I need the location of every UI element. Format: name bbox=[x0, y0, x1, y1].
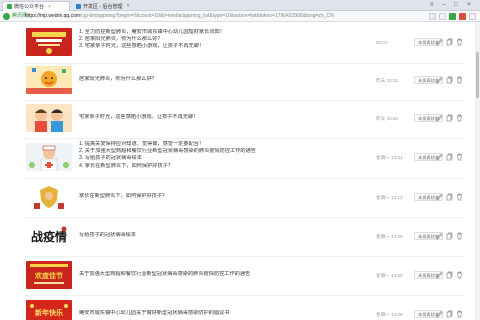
delete-icon[interactable] bbox=[456, 38, 463, 46]
article-time: 星期一 14:13 bbox=[376, 195, 403, 200]
url-host: https://mp.weixin.qq.com bbox=[25, 13, 81, 19]
wechat-icon bbox=[7, 4, 12, 9]
article-time: 星期一 14:06 bbox=[376, 234, 403, 239]
tab-wechat-platform[interactable]: 微信公众平台 × bbox=[2, 1, 70, 11]
close-window-icon[interactable]: × bbox=[467, 1, 471, 10]
article-title[interactable]: 1. 提高关爱保持应对知道、觉得做，感觉一定要配合！ bbox=[79, 141, 369, 148]
article-thumbnail[interactable] bbox=[26, 104, 72, 132]
list-item[interactable]: 居家阳光肺炎，你为什么那么好？ 昨天 23:32 未发表状态 bbox=[24, 62, 464, 101]
article-thumbnail[interactable] bbox=[26, 66, 72, 94]
browser-tab-bar: 微信公众平台 × 开发区 - 后台管理 × ≡ – □ × bbox=[0, 0, 480, 11]
address-bar[interactable]: 腾讯网 https://mp.weixin.qq.com/cgi-bin/app… bbox=[0, 11, 480, 22]
copy-icon[interactable] bbox=[446, 271, 453, 279]
delete-icon[interactable] bbox=[456, 114, 463, 122]
article-title[interactable]: 宅家亲子时光，这些感晒小游戏，让孩子不再无聊！ bbox=[79, 114, 369, 121]
close-icon[interactable]: × bbox=[126, 3, 129, 9]
article-thumbnail[interactable] bbox=[26, 28, 72, 56]
scrollbar-thumb[interactable] bbox=[476, 52, 479, 98]
article-time: 星期一 14:08 bbox=[376, 312, 403, 317]
article-thumbnail[interactable]: 战疫情 bbox=[26, 222, 72, 250]
url-path: /cgi-bin/appmsg?begin=0&count=10&t=media… bbox=[80, 13, 334, 19]
article-time: 星期一 13:51 bbox=[376, 155, 403, 160]
edit-icon[interactable] bbox=[436, 193, 443, 201]
edit-icon[interactable] bbox=[436, 232, 443, 240]
scrollbar[interactable] bbox=[475, 22, 480, 320]
menu-icon[interactable]: ≡ bbox=[430, 1, 434, 10]
calligraphy-text: 战疫情 bbox=[31, 229, 67, 244]
list-item[interactable]: 欢度佳节 关于加强大型商超和餐饮行业新型冠状病毒感染的肺炎疫情防控工作的通告 星… bbox=[24, 257, 464, 296]
article-title[interactable]: 2. 关于加强大型商超和餐饮行业新型冠状病毒感染的肺炎疫情防控工作的通告 bbox=[79, 148, 369, 155]
address-bar-icons bbox=[429, 13, 476, 20]
article-title[interactable]: 写给孩子的冠状病毒绘本 bbox=[79, 232, 369, 239]
secure-lock-icon bbox=[3, 13, 10, 20]
tab-label: 微信公众平台 bbox=[14, 4, 45, 10]
extension-icon[interactable] bbox=[449, 13, 456, 20]
url-field[interactable]: https://mp.weixin.qq.com/cgi-bin/appmsg?… bbox=[25, 12, 345, 21]
bookmark-icon[interactable] bbox=[429, 13, 436, 20]
list-item[interactable]: 新年快乐 庵安市城东镇中心幼儿园关于做好新型冠状病毒感染防护的倡议书 星期一 1… bbox=[24, 296, 464, 320]
calligraphy-image: 战疫情 bbox=[26, 222, 72, 250]
festive-red-image: 欢度佳节 bbox=[26, 261, 72, 289]
copy-icon[interactable] bbox=[446, 193, 453, 201]
edit-icon[interactable] bbox=[436, 114, 443, 122]
edit-icon[interactable] bbox=[436, 310, 443, 318]
edit-icon[interactable] bbox=[436, 76, 443, 84]
tab-admin[interactable]: 开发区 - 后台管理 × bbox=[72, 1, 150, 11]
article-list: 1. 全力防控新型肺炎，庵安市城东镇中心幼儿园理财家长须知！ 2. 居家阳光肺炎… bbox=[0, 22, 480, 320]
delete-icon[interactable] bbox=[456, 76, 463, 84]
article-thumbnail[interactable] bbox=[26, 143, 72, 171]
extension-red-icon[interactable] bbox=[459, 13, 466, 20]
copy-icon[interactable] bbox=[446, 153, 453, 161]
article-time: 昨天 23:32 bbox=[376, 78, 398, 83]
cartoon-sun-image bbox=[26, 66, 72, 94]
newyear-text: 新年快乐 bbox=[35, 308, 63, 317]
article-title[interactable]: 4. 家长在新型肺炎下，如何保护好孩子？ bbox=[79, 163, 369, 170]
delete-icon[interactable] bbox=[456, 153, 463, 161]
article-time: 星期一 14:00 bbox=[376, 273, 403, 278]
article-title[interactable]: 3. 宅家亲子时光，这些感晒小游戏，让孩子不再无聊！ bbox=[79, 43, 369, 50]
reader-icon[interactable] bbox=[439, 13, 446, 20]
newyear-red-image: 新年快乐 bbox=[26, 300, 72, 320]
settings-icon[interactable] bbox=[469, 13, 476, 20]
article-title[interactable]: 庵安市城东镇中心幼儿园关于做好新型冠状病毒感染防护的倡议书 bbox=[79, 310, 369, 317]
list-item[interactable]: 战疫情 写给孩子的冠状病毒绘本 星期一 14:06 未发表状态 bbox=[24, 218, 464, 257]
article-thumbnail[interactable]: 欢度佳节 bbox=[26, 261, 72, 289]
list-item[interactable]: 家长在新型肺炎下，如何保护好孩子？ 星期一 14:13 未发表状态 bbox=[24, 179, 464, 218]
article-title[interactable]: 居家阳光肺炎，你为什么那么好？ bbox=[79, 76, 369, 83]
article-thumbnail[interactable] bbox=[26, 183, 72, 211]
list-item[interactable]: 宅家亲子时光，这些感晒小游戏，让孩子不再无聊！ 昨天 23:26 未发表状态 bbox=[24, 100, 464, 139]
cartoon-shield-image bbox=[26, 183, 72, 211]
festive-text: 欢度佳节 bbox=[34, 271, 63, 280]
minimize-icon[interactable]: – bbox=[442, 1, 445, 10]
delete-icon[interactable] bbox=[456, 193, 463, 201]
close-icon[interactable]: × bbox=[48, 4, 51, 10]
delete-icon[interactable] bbox=[456, 310, 463, 318]
poster-red-image bbox=[26, 28, 72, 56]
copy-icon[interactable] bbox=[446, 310, 453, 318]
edit-icon[interactable] bbox=[436, 38, 443, 46]
article-title[interactable]: 家长在新型肺炎下，如何保护好孩子？ bbox=[79, 193, 369, 200]
list-item[interactable]: 1. 提高关爱保持应对知道、觉得做，感觉一定要配合！ 2. 关于加强大型商超和餐… bbox=[24, 139, 464, 179]
maximize-icon[interactable]: □ bbox=[454, 1, 458, 10]
article-title[interactable]: 1. 全力防控新型肺炎，庵安市城东镇中心幼儿园理财家长须知！ bbox=[79, 29, 369, 36]
copy-icon[interactable] bbox=[446, 76, 453, 84]
article-thumbnail[interactable]: 新年快乐 bbox=[26, 300, 72, 320]
tab-label: 开发区 - 后台管理 bbox=[83, 3, 123, 10]
copy-icon[interactable] bbox=[446, 232, 453, 240]
article-time: 00:02 bbox=[376, 40, 388, 45]
article-title[interactable]: 2. 居家阳光肺炎，你为什么那么好？ bbox=[79, 36, 369, 43]
delete-icon[interactable] bbox=[456, 271, 463, 279]
site-icon bbox=[76, 3, 81, 9]
edit-icon[interactable] bbox=[436, 153, 443, 161]
cartoon-kids-image bbox=[26, 104, 72, 132]
delete-icon[interactable] bbox=[456, 232, 463, 240]
edit-icon[interactable] bbox=[436, 271, 443, 279]
copy-icon[interactable] bbox=[446, 114, 453, 122]
article-title[interactable]: 3. 写给孩子的冠状病毒绘本 bbox=[79, 155, 369, 162]
cartoon-medic-image bbox=[26, 143, 72, 171]
article-title[interactable]: 关于加强大型商超和餐饮行业新型冠状病毒感染的肺炎疫情防控工作的通告 bbox=[79, 271, 369, 278]
copy-icon[interactable] bbox=[446, 38, 453, 46]
article-time: 昨天 23:26 bbox=[376, 116, 398, 121]
list-item[interactable]: 1. 全力防控新型肺炎，庵安市城东镇中心幼儿园理财家长须知！ 2. 居家阳光肺炎… bbox=[24, 24, 464, 64]
